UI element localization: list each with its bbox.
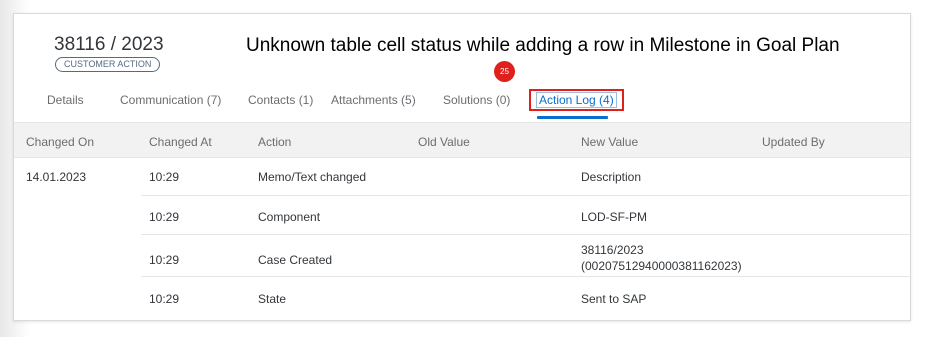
cell-changed-at: 10:29 bbox=[149, 210, 180, 224]
cell-action: Case Created bbox=[258, 253, 333, 267]
highlight-annotation bbox=[529, 89, 624, 111]
row-divider bbox=[141, 276, 910, 277]
cell-changed-on: 14.01.2023 bbox=[26, 170, 87, 184]
tab-contacts[interactable]: Contacts (1) bbox=[248, 92, 313, 124]
cell-action: Memo/Text changed bbox=[258, 170, 367, 184]
column-header-changed-on[interactable]: Changed On bbox=[26, 135, 94, 149]
cell-new-value: LOD-SF-PM bbox=[581, 210, 647, 224]
table-header: Changed On Changed At Action Old Value N… bbox=[14, 122, 910, 158]
cell-changed-at: 10:29 bbox=[149, 292, 180, 306]
column-header-changed-at[interactable]: Changed At bbox=[149, 135, 212, 149]
tab-label: Communication (7) bbox=[120, 93, 222, 107]
column-header-old-value[interactable]: Old Value bbox=[418, 135, 470, 149]
row-divider bbox=[141, 195, 910, 196]
cell-new-value: 38116/2023 (0020751294000038116​2023) bbox=[581, 242, 742, 274]
tab-label: Attachments (5) bbox=[331, 93, 416, 107]
cell-changed-at: 10:29 bbox=[149, 170, 180, 184]
active-tab-indicator bbox=[537, 116, 608, 119]
cell-new-value: Sent to SAP bbox=[581, 292, 647, 306]
tab-label: Contacts (1) bbox=[248, 93, 314, 107]
cell-action: State bbox=[258, 292, 287, 306]
row-divider bbox=[141, 234, 910, 235]
column-header-updated-by[interactable]: Updated By bbox=[762, 135, 825, 149]
cell-action: Component bbox=[258, 210, 321, 224]
tab-attachments[interactable]: Attachments (5) bbox=[331, 92, 416, 124]
tab-label: Details bbox=[47, 93, 84, 107]
new-value-line-1: 38116/2023 bbox=[581, 243, 644, 257]
cell-new-value: Description bbox=[581, 170, 642, 184]
column-header-new-value[interactable]: New Value bbox=[581, 135, 638, 149]
case-title: Unknown table cell status while adding a… bbox=[246, 35, 840, 56]
case-detail-card: 38116 / 2023 CUSTOMER ACTION Unknown tab… bbox=[13, 13, 911, 321]
tab-communication[interactable]: Communication (7) bbox=[120, 92, 221, 124]
new-value-line-2: (0020751294000038116​2023) bbox=[581, 259, 742, 273]
tab-solutions[interactable]: Solutions (0) bbox=[443, 92, 510, 124]
column-header-action[interactable]: Action bbox=[258, 135, 291, 149]
cell-changed-at: 10:29 bbox=[149, 253, 180, 267]
step-marker: 25 bbox=[494, 61, 515, 82]
tab-details[interactable]: Details bbox=[47, 92, 84, 124]
tab-bar: Details Communication (7) Contacts (1) A… bbox=[39, 92, 910, 124]
status-badge: CUSTOMER ACTION bbox=[55, 57, 161, 72]
tab-label: Solutions (0) bbox=[443, 93, 511, 107]
case-number: 38116 / 2023 bbox=[54, 34, 164, 55]
